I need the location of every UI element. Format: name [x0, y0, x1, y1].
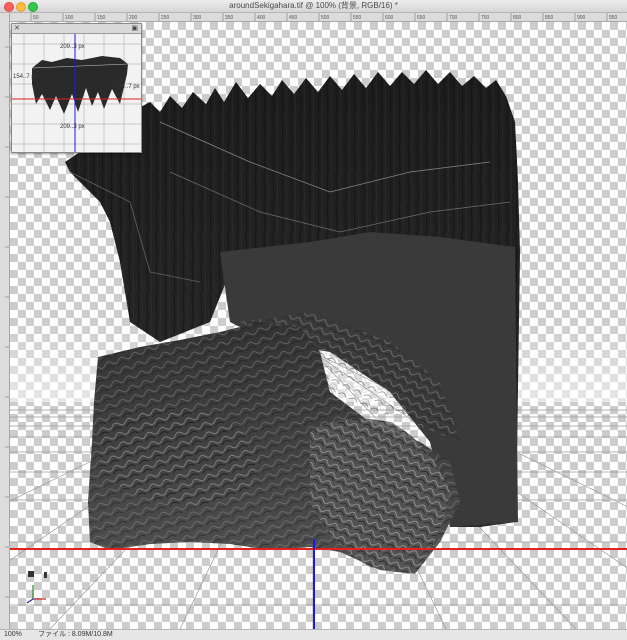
expand-icon[interactable]: ▣ — [131, 24, 138, 33]
ruler-tick-label: 150 — [97, 15, 106, 21]
secondary-view-left-label: 154..7 px — [13, 74, 38, 80]
ruler-tick-label: 250 — [161, 15, 170, 21]
vertical-ruler[interactable] — [0, 13, 10, 629]
ruler-tick-label: 450 — [289, 15, 298, 21]
secondary-view-top-label: 209..3 px — [60, 44, 85, 50]
horizontal-ruler[interactable]: 50 100 150 200 250 300 350 400 450 500 550 600 650 70… — [9, 13, 627, 22]
title-bar: aroundSekigahara.tif @ 100% (背景, RGB/16)… — [0, 0, 627, 13]
ruler-tick-label: 500 — [321, 15, 330, 21]
ruler-tick-label: 900 — [577, 15, 586, 21]
ruler-ticks: 50 100 150 200 250 300 350 400 450 500 550 600 650 70… — [30, 13, 618, 21]
secondary-view-right-label: 154..7 px — [115, 84, 140, 90]
window-title: aroundSekigahara.tif @ 100% (背景, RGB/16)… — [229, 1, 398, 10]
ruler-tick-label: 750 — [481, 15, 490, 21]
ruler-tick-label: 400 — [257, 15, 266, 21]
ruler-tick-label: 50 — [33, 15, 39, 21]
3d-secondary-view[interactable]: ✕ ▣ 209..3 px 209..3 px 154..7 px 154..7… — [11, 23, 142, 153]
secondary-view-bottom-label: 209..3 px — [60, 124, 85, 130]
axis-orientation-icon[interactable] — [24, 567, 58, 605]
ruler-tick-label: 550 — [353, 15, 362, 21]
secondary-view-header: ✕ ▣ — [12, 24, 141, 34]
ruler-tick-label: 700 — [449, 15, 458, 21]
ruler-tick-label: 650 — [417, 15, 426, 21]
ruler-tick-label: 950 — [609, 15, 618, 21]
ruler-tick-label: 350 — [225, 15, 234, 21]
ruler-tick-label: 850 — [545, 15, 554, 21]
ruler-tick-label: 200 — [129, 15, 138, 21]
vertical-ruler-ticks — [5, 46, 9, 598]
ruler-tick-label: 300 — [193, 15, 202, 21]
secondary-view-scene — [12, 34, 141, 152]
close-icon[interactable]: ✕ — [14, 24, 20, 33]
ruler-tick-label: 600 — [385, 15, 394, 21]
status-bar: 100% ファイル : 8.09M/10.8M — [0, 629, 627, 640]
ruler-tick-label: 800 — [513, 15, 522, 21]
ruler-tick-label: 100 — [65, 15, 74, 21]
